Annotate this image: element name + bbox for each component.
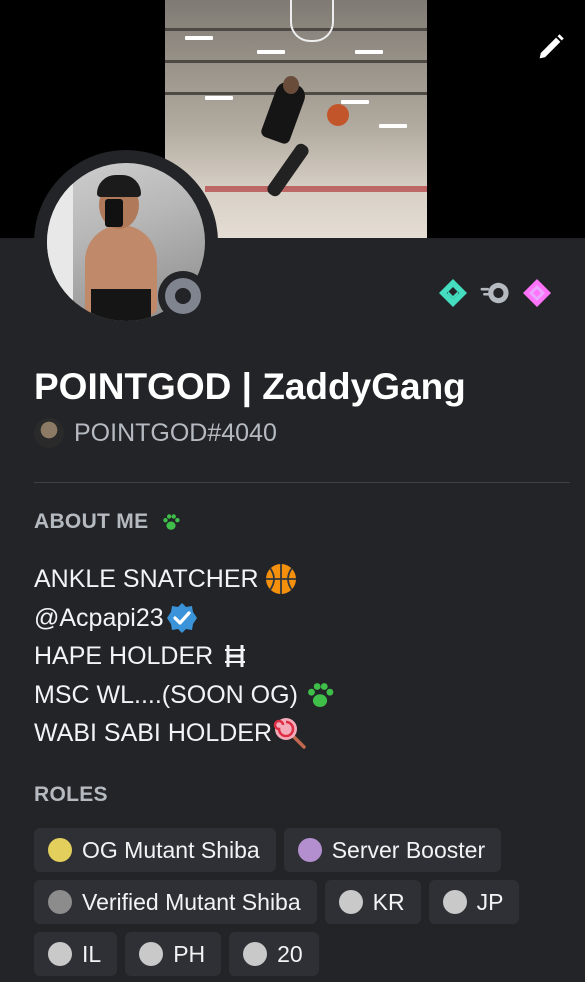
role-color-dot[interactable] — [243, 942, 268, 966]
role-pill[interactable]: 20 — [229, 932, 319, 976]
role-color-dot[interactable] — [297, 838, 322, 862]
role-name: OG Mutant Shiba — [82, 836, 260, 863]
display-name: POINTGOD | ZaddyGang — [34, 366, 466, 407]
role-color-dot[interactable] — [48, 942, 72, 966]
role-pill[interactable]: PH — [125, 932, 222, 976]
about-line-text: WABI SABI HOLDER — [34, 719, 273, 747]
hape-logo-icon — [217, 638, 253, 674]
profile-badges — [436, 276, 554, 310]
about-line: @Acpapi23 — [34, 599, 338, 638]
role-pill[interactable]: Server Booster — [283, 828, 502, 872]
basketball-icon — [263, 561, 299, 597]
role-color-dot[interactable] — [338, 890, 363, 914]
divider — [34, 482, 570, 483]
role-name: JP — [476, 888, 504, 915]
roles-header: ROLES — [34, 783, 108, 806]
role-name: PH — [173, 940, 206, 967]
role-color-dot[interactable] — [48, 838, 72, 862]
about-line-text: HAPE HOLDER — [34, 642, 214, 670]
role-pill[interactable]: Verified Mutant Shiba — [34, 880, 317, 924]
verified-icon — [164, 600, 200, 636]
role-pill[interactable]: OG Mutant Shiba — [34, 828, 276, 872]
about-line: WABI SABI HOLDER — [34, 714, 338, 753]
username-tag: POINTGOD#4040 — [74, 418, 277, 447]
role-name: Server Booster — [331, 836, 486, 863]
role-pill[interactable]: KR — [324, 880, 421, 924]
roles-list: OG Mutant Shiba Server Booster Verified … — [34, 828, 574, 976]
about-line-text: ANKLE SNATCHER — [34, 565, 259, 593]
server-boost-icon[interactable] — [520, 276, 554, 310]
about-line-text: @Acpapi23 — [34, 603, 164, 632]
about-me-header: ABOUT ME — [34, 510, 182, 534]
role-name: Verified Mutant Shiba — [82, 888, 301, 915]
about-line: ANKLE SNATCHER — [34, 560, 338, 599]
role-color-dot[interactable] — [442, 890, 467, 914]
about-me-text: ANKLE SNATCHER @Acpapi23 HAPE HOLDER MSC… — [34, 560, 338, 753]
about-line: MSC WL....(SOON OG) — [34, 676, 338, 715]
role-pill[interactable]: IL — [34, 932, 118, 976]
paw-icon — [302, 677, 338, 713]
role-name: IL — [82, 940, 102, 967]
nitro-icon[interactable] — [478, 276, 512, 310]
status-offline-icon — [165, 278, 201, 314]
role-name: 20 — [277, 940, 303, 967]
about-me-title: ABOUT ME — [34, 510, 149, 533]
mini-avatar — [34, 418, 64, 448]
lollipop-icon — [272, 715, 308, 751]
pencil-icon — [539, 34, 564, 59]
role-color-dot[interactable] — [139, 942, 164, 966]
role-color-dot[interactable] — [48, 890, 72, 914]
edit-profile-button[interactable] — [534, 30, 568, 64]
about-line-text: MSC WL....(SOON OG) — [34, 680, 298, 709]
about-line: HAPE HOLDER — [34, 637, 338, 676]
role-name: KR — [372, 888, 405, 915]
username-row: POINTGOD#4040 — [34, 418, 277, 448]
role-pill[interactable]: JP — [428, 880, 520, 924]
hypesquad-balance-icon[interactable] — [436, 276, 470, 310]
paw-icon — [163, 514, 181, 530]
